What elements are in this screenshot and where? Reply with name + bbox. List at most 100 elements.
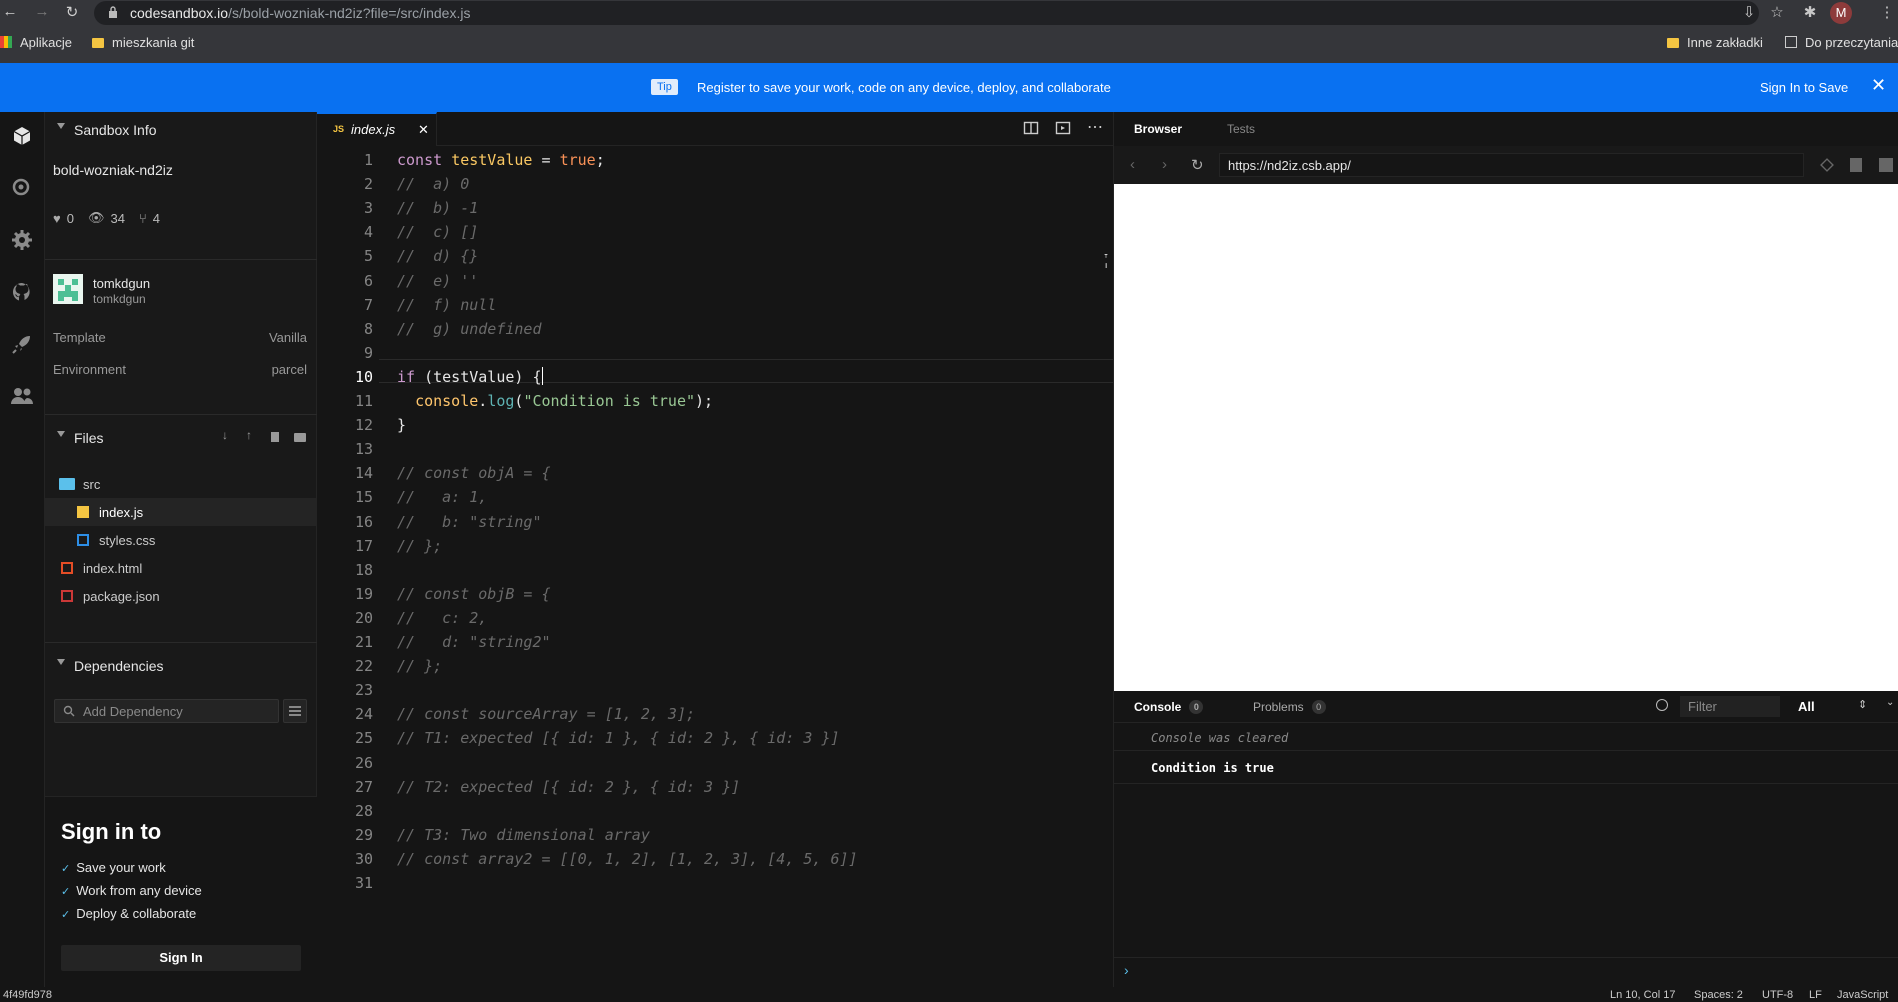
gear-icon[interactable] [6, 224, 38, 256]
cursor-position[interactable]: Ln 10, Col 17 [1610, 989, 1675, 1001]
clear-console-icon[interactable] [1656, 699, 1668, 711]
author-avatar[interactable] [53, 274, 83, 304]
preview-refresh-icon[interactable]: ↻ [1191, 156, 1204, 174]
apps-grid-icon [0, 36, 12, 48]
files-header[interactable]: Files ↓ ↑ [45, 420, 317, 454]
language-mode[interactable]: JavaScript [1837, 989, 1888, 1001]
address-bar[interactable]: codesandbox.io/s/bold-wozniak-nd2iz?file… [94, 1, 1759, 25]
star-icon[interactable]: ☆ [1766, 2, 1788, 24]
encoding[interactable]: UTF-8 [1762, 989, 1793, 1001]
file-tree-item-src[interactable]: src [45, 470, 316, 498]
code-line[interactable]: // T3: Two dimensional array [397, 823, 650, 847]
preview-frame[interactable] [1114, 184, 1898, 691]
code-line[interactable]: // g) undefined [397, 317, 542, 341]
reload-icon[interactable]: ↻ [62, 3, 82, 21]
code-line[interactable]: // const sourceArray = [1, 2, 3]; [397, 702, 695, 726]
code-line[interactable]: const testValue = true; [397, 148, 605, 172]
more-options-icon[interactable]: ⋯ [1087, 117, 1104, 137]
users-icon[interactable] [6, 380, 38, 412]
code-line[interactable]: // }; [397, 654, 442, 678]
sandbox-info-header[interactable]: Sandbox Info [45, 112, 317, 146]
code-line[interactable]: // T2: expected [{ id: 2 }, { id: 3 }] [397, 775, 740, 799]
rocket-icon[interactable] [6, 328, 38, 360]
search-icon[interactable] [6, 172, 38, 204]
code-line[interactable]: // e) '' [397, 269, 478, 293]
problems-tab-label: Problems [1253, 700, 1304, 714]
code-area[interactable]: 1 2 3 4 5 6 7 8 9 10 11 12 13 14 15 16 17 18 19 20 21 22 23 24 2… [317, 146, 1113, 986]
install-icon[interactable]: ⇩ [1738, 2, 1760, 24]
add-dependency-input[interactable]: Add Dependency [54, 699, 279, 723]
new-folder-icon[interactable] [294, 433, 306, 442]
sidebar: Sandbox Info bold-wozniak-nd2iz ♥ 0 👁 34 ⑂… [45, 112, 317, 987]
bookmark-label: Aplikacje [20, 35, 73, 50]
open-sandbox-icon[interactable] [1850, 158, 1862, 172]
author-username: tomkdgun [93, 292, 146, 306]
bookmark-other[interactable]: Inne zakładki [1667, 35, 1763, 50]
code-line[interactable]: // d: "string2" [397, 630, 551, 654]
code-line[interactable]: // a) 0 [397, 172, 469, 196]
sandbox-name[interactable]: bold-wozniak-nd2iz [53, 162, 173, 178]
code-line[interactable]: // }; [397, 534, 442, 558]
file-tree-item-package-json[interactable]: package.json [45, 582, 316, 610]
author-name[interactable]: tomkdgun [93, 276, 150, 291]
bookmark-mieszkania[interactable]: mieszkania git [92, 35, 194, 50]
console-input[interactable]: › [1114, 957, 1898, 987]
code-line[interactable]: // T1: expected [{ id: 1 }, { id: 2 }, {… [397, 726, 840, 750]
sign-in-to-save-link[interactable]: Sign In to Save [1760, 80, 1848, 95]
bookmark-apps[interactable]: Aplikacje [0, 35, 72, 50]
file-tree-item-index-js[interactable]: index.js [45, 498, 316, 526]
tab-problems[interactable]: Problems 0 [1253, 700, 1326, 714]
preview-toggle-icon[interactable] [1055, 120, 1071, 136]
github-icon[interactable] [6, 276, 38, 308]
extensions-icon[interactable]: ✱ [1799, 2, 1821, 24]
cube-icon[interactable] [6, 120, 38, 152]
download-icon[interactable]: ↓ [222, 428, 228, 442]
preview-back-icon[interactable]: ‹ [1130, 156, 1135, 173]
preview-forward-icon[interactable]: › [1162, 156, 1167, 173]
code-line[interactable]: // const array2 = [[0, 1, 2], [1, 2, 3],… [397, 847, 858, 871]
code-line[interactable]: // b: "string" [397, 510, 542, 534]
chevron-down-icon[interactable]: ⌄ [1886, 697, 1894, 708]
code-line[interactable]: // f) null [397, 293, 496, 317]
tab-index-js[interactable]: JS index.js ✕ [317, 112, 437, 146]
tab-tests[interactable]: Tests [1227, 122, 1255, 136]
folder-icon [92, 38, 104, 48]
split-view-icon[interactable] [1023, 120, 1039, 136]
indentation[interactable]: Spaces: 2 [1694, 989, 1743, 1001]
close-tab-icon[interactable]: ✕ [418, 122, 429, 138]
console-filter-input[interactable]: Filter [1680, 696, 1780, 717]
code-line[interactable]: // c) [] [397, 220, 478, 244]
bookmark-reading-list[interactable]: Do przeczytania [1785, 35, 1898, 50]
code-line[interactable]: // c: 2, [397, 606, 487, 630]
open-window-icon[interactable] [1879, 158, 1893, 172]
upload-icon[interactable]: ↑ [246, 428, 252, 442]
dependency-options-button[interactable] [283, 699, 307, 723]
sign-in-title: Sign in to [61, 819, 162, 844]
code-line[interactable]: // const objB = { [397, 582, 551, 606]
move-icon[interactable] [1820, 158, 1834, 172]
dependencies-header[interactable]: Dependencies [45, 648, 317, 682]
code-line[interactable]: // d) {} [397, 244, 478, 268]
file-tree-item-styles-css[interactable]: styles.css [45, 526, 316, 554]
line-number: 18 [354, 560, 373, 579]
log-level-select[interactable]: All ⇕ [1790, 696, 1880, 717]
forward-icon[interactable]: → [32, 3, 52, 20]
code-line[interactable]: console.log("Condition is true"); [397, 389, 713, 413]
close-icon[interactable]: ✕ [1871, 75, 1886, 96]
code-line[interactable]: } [397, 413, 406, 437]
code-line[interactable]: // b) -1 [397, 196, 478, 220]
console-tabs: Console 0 Problems 0 Filter All ⇕ ⌄ [1114, 691, 1898, 723]
back-icon[interactable]: ← [0, 3, 20, 20]
tab-console[interactable]: Console 0 [1134, 700, 1204, 714]
line-ending[interactable]: LF [1809, 989, 1822, 1001]
code-line[interactable]: if (testValue) { [397, 365, 543, 389]
code-line[interactable]: // const objA = { [397, 461, 551, 485]
tab-browser[interactable]: Browser [1134, 122, 1182, 136]
sign-in-button[interactable]: Sign In [61, 945, 301, 971]
new-file-icon[interactable] [271, 432, 279, 442]
menu-icon[interactable]: ⋮ [1876, 2, 1898, 24]
code-line[interactable]: // a: 1, [397, 485, 487, 509]
file-tree-item-index-html[interactable]: index.html [45, 554, 316, 582]
preview-url-input[interactable]: https://nd2iz.csb.app/ [1219, 153, 1804, 177]
profile-avatar[interactable]: M [1830, 2, 1852, 24]
